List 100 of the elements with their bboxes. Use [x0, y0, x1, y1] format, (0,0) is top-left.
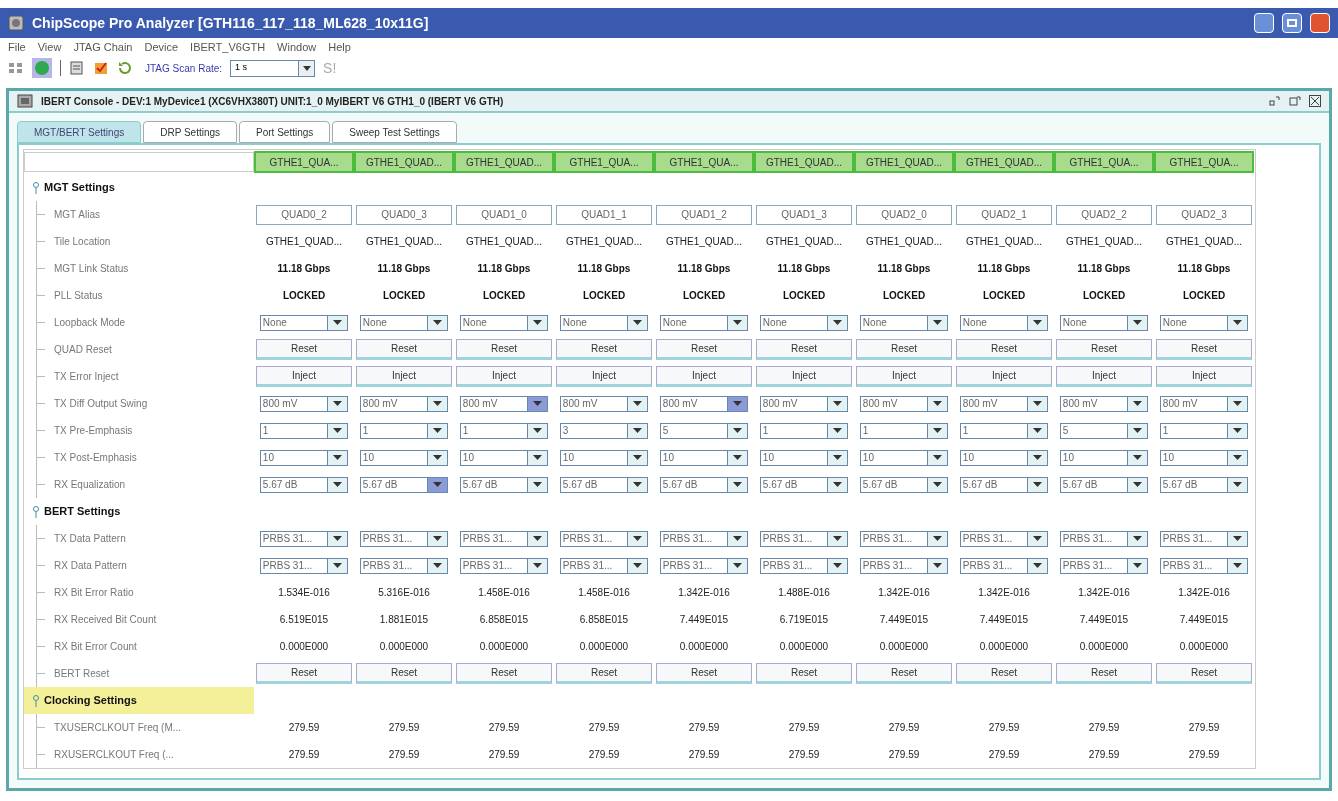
- inject-button[interactable]: Inject: [456, 366, 552, 387]
- grid-icon[interactable]: [8, 61, 24, 75]
- column-header[interactable]: GTHE1_QUAD...: [754, 151, 854, 173]
- menu-item[interactable]: File: [8, 38, 26, 56]
- menu-item[interactable]: View: [37, 38, 62, 56]
- dropdown[interactable]: PRBS 31...: [359, 557, 449, 574]
- alias-field[interactable]: QUAD1_3: [756, 204, 852, 225]
- menu-item[interactable]: JTAG Chain: [73, 38, 133, 56]
- dropdown[interactable]: 800 mV: [959, 395, 1049, 412]
- close-icon[interactable]: [1309, 95, 1321, 107]
- dropdown[interactable]: 10: [759, 449, 849, 466]
- dropdown[interactable]: 10: [359, 449, 449, 466]
- inject-button[interactable]: Inject: [856, 366, 952, 387]
- inject-button[interactable]: Inject: [256, 366, 352, 387]
- dropdown[interactable]: PRBS 31...: [759, 530, 849, 547]
- dropdown[interactable]: 800 mV: [1159, 395, 1249, 412]
- menu-item[interactable]: Window: [277, 38, 317, 56]
- tab[interactable]: Port Settings: [239, 121, 331, 143]
- inject-button[interactable]: Inject: [556, 366, 652, 387]
- dropdown[interactable]: 10: [659, 449, 749, 466]
- section-header[interactable]: MGT Settings: [24, 174, 254, 201]
- dropdown[interactable]: 10: [1059, 449, 1149, 466]
- restore-icon[interactable]: [1289, 96, 1301, 106]
- reset-button[interactable]: Reset: [756, 339, 852, 360]
- dropdown[interactable]: PRBS 31...: [1059, 530, 1149, 547]
- reset-button[interactable]: Reset: [956, 663, 1052, 684]
- dropdown[interactable]: 5.67 dB: [459, 476, 549, 493]
- dropdown[interactable]: None: [559, 314, 649, 331]
- dropdown[interactable]: 800 mV: [559, 395, 649, 412]
- dropdown[interactable]: 5.67 dB: [859, 476, 949, 493]
- dropdown[interactable]: 10: [859, 449, 949, 466]
- reset-button[interactable]: Reset: [956, 339, 1052, 360]
- refresh-icon[interactable]: [117, 60, 133, 76]
- dropdown[interactable]: None: [259, 314, 349, 331]
- dropdown[interactable]: 5: [1059, 422, 1149, 439]
- dropdown[interactable]: PRBS 31...: [359, 530, 449, 547]
- column-header[interactable]: GTHE1_QUAD...: [454, 151, 554, 173]
- dropdown[interactable]: PRBS 31...: [959, 530, 1049, 547]
- reset-button[interactable]: Reset: [656, 663, 752, 684]
- menu-item[interactable]: IBERT_V6GTH: [190, 38, 266, 56]
- dropdown[interactable]: 10: [1159, 449, 1249, 466]
- dropdown[interactable]: None: [659, 314, 749, 331]
- dropdown[interactable]: PRBS 31...: [959, 557, 1049, 574]
- dropdown[interactable]: None: [859, 314, 949, 331]
- dropdown[interactable]: 800 mV: [259, 395, 349, 412]
- dropdown[interactable]: PRBS 31...: [759, 557, 849, 574]
- dropdown[interactable]: 1: [859, 422, 949, 439]
- column-header[interactable]: GTHE1_QUAD...: [954, 151, 1054, 173]
- dropdown[interactable]: 800 mV: [659, 395, 749, 412]
- reset-button[interactable]: Reset: [1056, 663, 1152, 684]
- dropdown[interactable]: None: [759, 314, 849, 331]
- reset-button[interactable]: Reset: [1156, 663, 1252, 684]
- column-header[interactable]: GTHE1_QUA...: [254, 151, 354, 173]
- minimize-button[interactable]: [1254, 13, 1274, 33]
- maximize-button[interactable]: [1282, 13, 1302, 33]
- alias-field[interactable]: QUAD0_3: [356, 204, 452, 225]
- reset-button[interactable]: Reset: [256, 663, 352, 684]
- dropdown[interactable]: 1: [259, 422, 349, 439]
- reset-button[interactable]: Reset: [1156, 339, 1252, 360]
- dropdown[interactable]: PRBS 31...: [1059, 557, 1149, 574]
- dropdown[interactable]: 800 mV: [759, 395, 849, 412]
- dropdown[interactable]: 1: [1159, 422, 1249, 439]
- reset-button[interactable]: Reset: [756, 663, 852, 684]
- dropdown[interactable]: 800 mV: [359, 395, 449, 412]
- dropdown[interactable]: 1: [759, 422, 849, 439]
- dropdown[interactable]: 5.67 dB: [659, 476, 749, 493]
- reset-button[interactable]: Reset: [356, 339, 452, 360]
- reset-button[interactable]: Reset: [456, 339, 552, 360]
- checklist-icon[interactable]: [93, 60, 109, 76]
- alias-field[interactable]: QUAD1_1: [556, 204, 652, 225]
- dropdown[interactable]: PRBS 31...: [659, 530, 749, 547]
- dropdown[interactable]: None: [459, 314, 549, 331]
- dropdown[interactable]: 10: [559, 449, 649, 466]
- alias-field[interactable]: QUAD1_2: [656, 204, 752, 225]
- dropdown[interactable]: None: [1159, 314, 1249, 331]
- menu-item[interactable]: Device: [144, 38, 179, 56]
- dropdown[interactable]: 5.67 dB: [559, 476, 649, 493]
- reset-button[interactable]: Reset: [456, 663, 552, 684]
- column-header[interactable]: GTHE1_QUAD...: [854, 151, 954, 173]
- section-header[interactable]: Clocking Settings: [24, 687, 254, 714]
- document-icon[interactable]: [69, 60, 85, 76]
- dropdown[interactable]: PRBS 31...: [459, 530, 549, 547]
- dropdown[interactable]: PRBS 31...: [659, 557, 749, 574]
- column-header[interactable]: GTHE1_QUA...: [554, 151, 654, 173]
- dropdown[interactable]: 5.67 dB: [1159, 476, 1249, 493]
- alias-field[interactable]: QUAD0_2: [256, 204, 352, 225]
- dropdown[interactable]: PRBS 31...: [859, 557, 949, 574]
- reset-button[interactable]: Reset: [1056, 339, 1152, 360]
- reset-button[interactable]: Reset: [656, 339, 752, 360]
- alias-field[interactable]: QUAD2_2: [1056, 204, 1152, 225]
- dropdown[interactable]: 1: [359, 422, 449, 439]
- reset-button[interactable]: Reset: [556, 663, 652, 684]
- column-header[interactable]: GTHE1_QUA...: [1154, 151, 1254, 173]
- inject-button[interactable]: Inject: [356, 366, 452, 387]
- reset-button[interactable]: Reset: [856, 663, 952, 684]
- dropdown[interactable]: PRBS 31...: [459, 557, 549, 574]
- dropdown[interactable]: 5.67 dB: [259, 476, 349, 493]
- dropdown[interactable]: 5: [659, 422, 749, 439]
- alias-field[interactable]: QUAD2_0: [856, 204, 952, 225]
- scan-rate-dropdown[interactable]: 1 s: [230, 59, 316, 77]
